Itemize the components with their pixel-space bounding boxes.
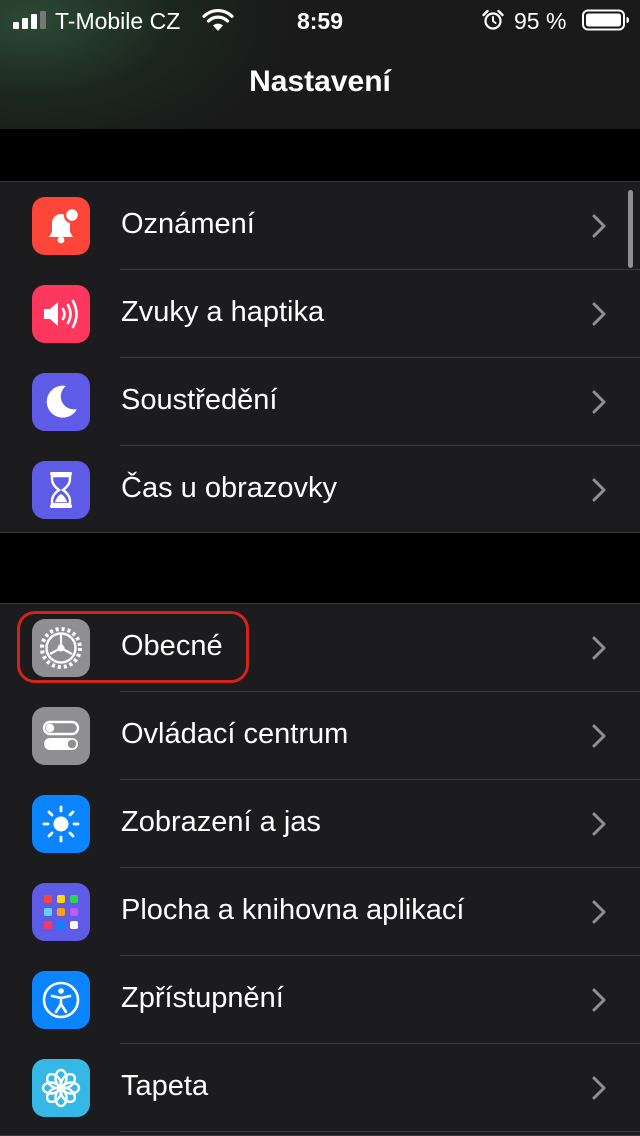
chevron-right-icon bbox=[592, 988, 606, 1012]
sun-icon bbox=[32, 795, 90, 853]
battery-percentage: 95 % bbox=[514, 8, 567, 34]
page-title: Nastavení bbox=[249, 65, 391, 98]
settings-row-control-center[interactable]: Ovládací centrum bbox=[0, 692, 640, 780]
settings-row-label: Ovládací centrum bbox=[121, 718, 349, 750]
accessibility-icon bbox=[32, 971, 90, 1029]
scroll-indicator[interactable] bbox=[628, 190, 633, 268]
flower-icon bbox=[32, 1059, 90, 1117]
settings-row-wallpaper[interactable]: Tapeta bbox=[0, 1044, 640, 1132]
settings-row-label: Tapeta bbox=[121, 1070, 209, 1102]
settings-row-accessibility[interactable]: Zpřístupnění bbox=[0, 956, 640, 1044]
toggles-icon bbox=[32, 707, 90, 765]
settings-row-focus[interactable]: Soustředění bbox=[0, 358, 640, 446]
chevron-right-icon bbox=[592, 812, 606, 836]
chevron-right-icon bbox=[592, 900, 606, 924]
app-grid-icon bbox=[32, 883, 90, 941]
settings-row-label: Zvuky a haptika bbox=[121, 296, 325, 328]
chevron-right-icon bbox=[592, 636, 606, 660]
speaker-icon bbox=[32, 285, 90, 343]
bell-badge-icon bbox=[32, 197, 90, 255]
battery-icon bbox=[582, 9, 629, 31]
navigation-header: T-Mobile CZ 8:59 95 % Nastavení bbox=[0, 0, 640, 129]
settings-row-display-brightness[interactable]: Zobrazení a jas bbox=[0, 780, 640, 868]
settings-row-label: Zpřístupnění bbox=[121, 982, 284, 1014]
settings-row-sounds-haptics[interactable]: Zvuky a haptika bbox=[0, 270, 640, 358]
alarm-icon bbox=[482, 9, 504, 30]
settings-row-home-screen-library[interactable]: Plocha a knihovna aplikací bbox=[0, 868, 640, 956]
settings-row-label: Oznámení bbox=[121, 208, 255, 240]
chevron-right-icon bbox=[592, 214, 606, 238]
settings-row-label: Zobrazení a jas bbox=[121, 806, 321, 838]
settings-row-notifications[interactable]: Oznámení bbox=[0, 182, 640, 270]
settings-group-notifications: Oznámení Zvuky a haptika Soustředění Čas… bbox=[0, 181, 640, 533]
settings-row-label: Soustředění bbox=[121, 384, 278, 416]
settings-row-label: Čas u obrazovky bbox=[121, 472, 337, 504]
chevron-right-icon bbox=[592, 478, 606, 502]
hourglass-icon bbox=[32, 461, 90, 519]
status-bar: T-Mobile CZ 8:59 95 % bbox=[0, 0, 640, 40]
chevron-right-icon bbox=[592, 724, 606, 748]
highlight-annotation bbox=[17, 611, 249, 683]
chevron-right-icon bbox=[592, 390, 606, 414]
chevron-right-icon bbox=[592, 302, 606, 326]
settings-row-screen-time[interactable]: Čas u obrazovky bbox=[0, 446, 640, 534]
moon-icon bbox=[32, 373, 90, 431]
settings-row-label: Plocha a knihovna aplikací bbox=[121, 894, 465, 926]
chevron-right-icon bbox=[592, 1076, 606, 1100]
